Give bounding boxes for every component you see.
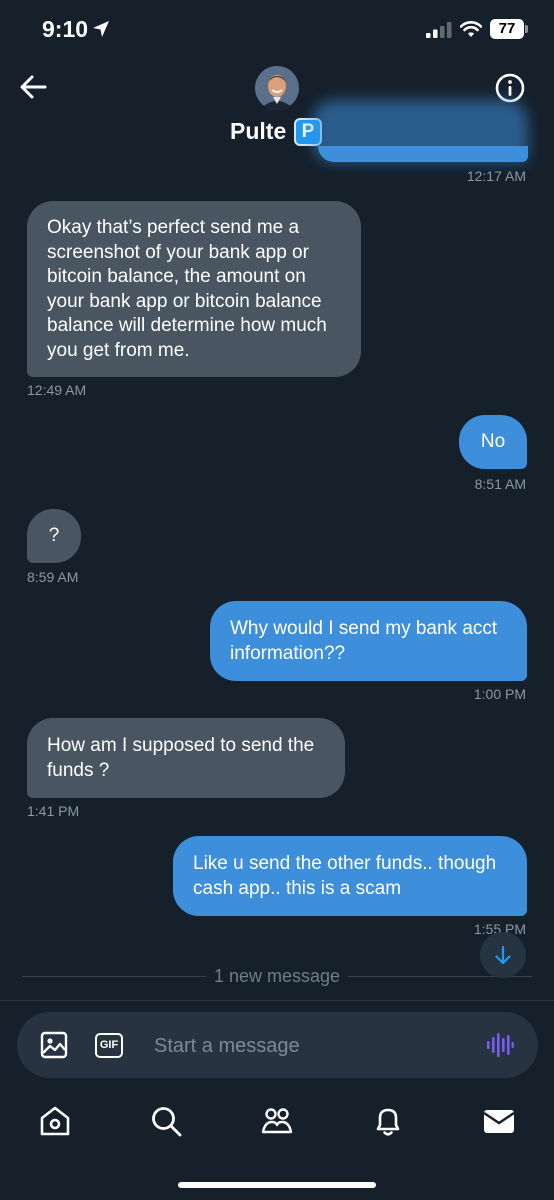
contact-avatar[interactable] (255, 66, 299, 110)
avatar-portrait-icon (255, 66, 299, 110)
message-bubble-outgoing[interactable]: Why would I send my bank acct informatio… (210, 601, 527, 681)
new-message-divider: 1 new message (0, 966, 554, 987)
message-timestamp: 8:59 AM (27, 569, 79, 585)
message-bubble-outgoing-clipped-edge (318, 146, 528, 162)
message-timestamp: 1:00 PM (473, 686, 526, 702)
home-indicator (178, 1182, 376, 1188)
home-icon[interactable] (38, 1104, 72, 1138)
message-bubble-incoming[interactable]: Okay that’s perfect send me a screenshot… (27, 201, 361, 377)
communities-icon[interactable] (260, 1104, 294, 1138)
message-bubble-outgoing[interactable]: No (459, 415, 527, 469)
new-message-label: 1 new message (205, 966, 349, 986)
message-bubble-incoming[interactable]: How am I supposed to send the funds ? (27, 718, 345, 798)
notifications-icon[interactable] (371, 1104, 405, 1138)
contact-name[interactable]: Pulte (230, 118, 286, 145)
status-time: 9:10 (42, 16, 89, 42)
messages-icon[interactable] (482, 1104, 516, 1138)
location-arrow-icon (93, 21, 109, 37)
message-timestamp: 12:17 AM (466, 168, 526, 184)
composer-divider (0, 1000, 554, 1001)
message-input[interactable] (154, 1032, 464, 1060)
battery-level: 77 (490, 19, 524, 39)
cellular-signal-icon (426, 22, 452, 38)
back-arrow-icon[interactable] (18, 72, 48, 102)
message-timestamp: 1:41 PM (27, 803, 80, 819)
wifi-icon (460, 21, 482, 37)
voice-message-icon[interactable] (486, 1031, 514, 1059)
arrow-down-icon (495, 945, 511, 965)
scroll-to-bottom-button[interactable] (480, 932, 526, 978)
message-timestamp: 12:49 AM (27, 382, 87, 398)
gif-button[interactable]: GIF (95, 1033, 123, 1058)
search-icon[interactable] (149, 1104, 183, 1138)
message-timestamp: 8:51 AM (474, 476, 526, 492)
message-bubble-incoming[interactable]: ? (27, 509, 81, 563)
message-bubble-outgoing[interactable]: Like u send the other funds.. though cas… (173, 836, 527, 916)
image-icon[interactable] (40, 1031, 68, 1059)
battery-cap (525, 25, 528, 33)
